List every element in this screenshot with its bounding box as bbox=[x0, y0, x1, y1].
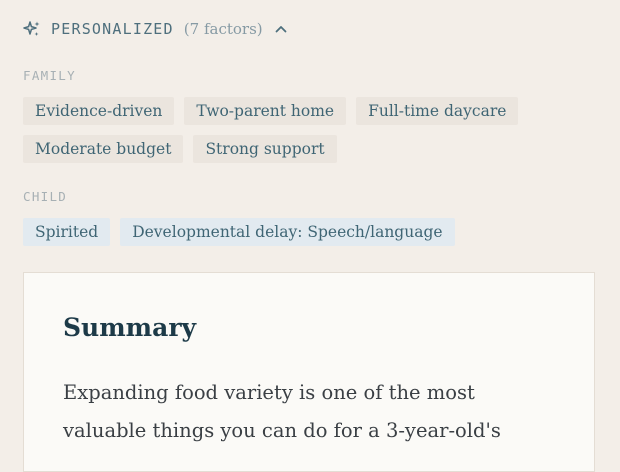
family-chip: Two-parent home bbox=[184, 97, 347, 125]
family-section-label: FAMILY bbox=[23, 68, 76, 83]
family-chip: Strong support bbox=[193, 135, 337, 163]
summary-card: Summary Expanding food variety is one of… bbox=[23, 272, 595, 472]
summary-line: valuable things you can do for a 3-year-… bbox=[63, 419, 501, 442]
factor-count: (7 factors) bbox=[183, 20, 263, 38]
child-section-label: CHILD bbox=[23, 189, 68, 204]
family-chip-row: Evidence-driven Two-parent home Full-tim… bbox=[23, 97, 519, 125]
child-chip: Spirited bbox=[23, 218, 111, 246]
chevron-up-icon[interactable] bbox=[275, 25, 287, 33]
summary-text: Expanding food variety is one of the mos… bbox=[63, 374, 573, 450]
summary-heading: Summary bbox=[63, 313, 197, 342]
personalized-title: PERSONALIZED bbox=[51, 20, 174, 38]
summary-line: Expanding food variety is one of the mos… bbox=[63, 381, 475, 404]
family-chip: Full-time daycare bbox=[356, 97, 519, 125]
personalized-toggle[interactable]: PERSONALIZED (7 factors) bbox=[23, 17, 287, 41]
family-chip: Moderate budget bbox=[23, 135, 184, 163]
child-chip-row: Spirited Developmental delay: Speech/lan… bbox=[23, 218, 455, 246]
sparkle-icon bbox=[23, 20, 41, 38]
family-chip: Evidence-driven bbox=[23, 97, 175, 125]
child-chip: Developmental delay: Speech/language bbox=[120, 218, 455, 246]
family-chip-row: Moderate budget Strong support bbox=[23, 135, 337, 163]
